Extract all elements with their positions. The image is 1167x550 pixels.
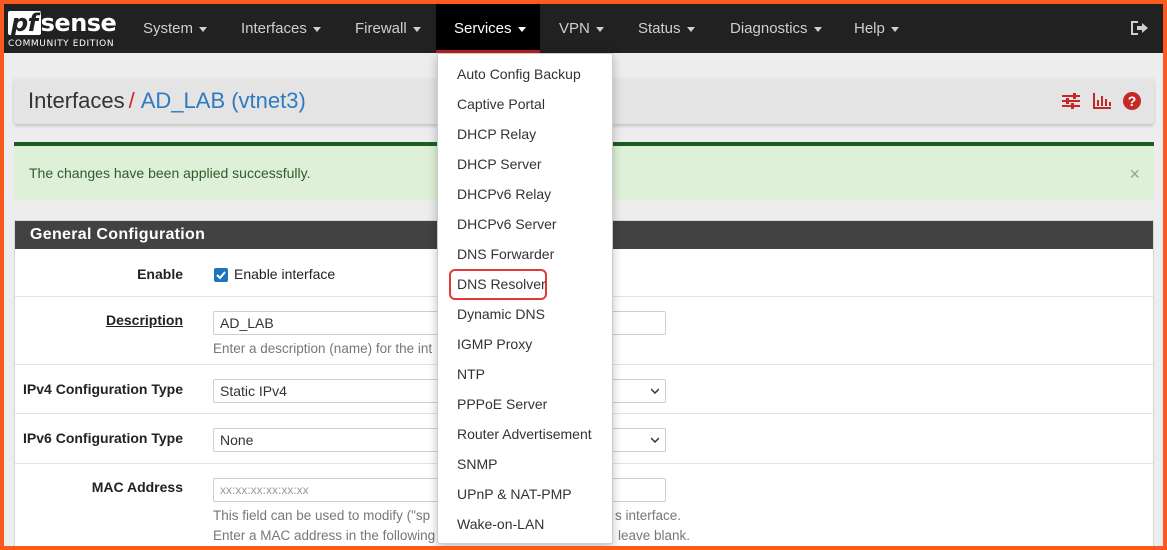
svg-text:?: ? — [1128, 93, 1137, 109]
nav-services[interactable]: Services — [436, 4, 540, 53]
enable-checkbox-label[interactable]: Enable interface — [234, 266, 335, 282]
menu-item-dns-resolver[interactable]: DNS Resolver — [457, 269, 546, 299]
menu-item-dhcp-relay[interactable]: DHCP Relay — [457, 119, 536, 149]
app-window: pf sense COMMUNITY EDITION System Interfa… — [4, 4, 1163, 546]
logo-prefix: pf — [8, 11, 41, 35]
nav-vpn[interactable]: VPN — [541, 4, 622, 53]
menu-item-pppoe-server[interactable]: PPPoE Server — [457, 389, 547, 419]
ipv4-type-label: IPv4 Configuration Type — [23, 381, 183, 397]
nav-diagnostics[interactable]: Diagnostics — [712, 4, 840, 53]
menu-item-captive-portal[interactable]: Captive Portal — [457, 89, 545, 119]
breadcrumb: Interfaces / AD_LAB (vtnet3) — [28, 78, 306, 124]
mac-help-line2: Enter a MAC address in the following — [213, 528, 436, 543]
checkmark-icon — [216, 271, 226, 280]
logo-edition: COMMUNITY EDITION — [8, 39, 115, 49]
services-dropdown-menu: Auto Config Backup Captive Portal DHCP R… — [437, 53, 613, 544]
menu-item-dynamic-dns[interactable]: Dynamic DNS — [457, 299, 545, 329]
nav-interfaces[interactable]: Interfaces — [223, 4, 339, 53]
ipv6-type-label: IPv6 Configuration Type — [23, 430, 183, 446]
caret-down-icon — [412, 26, 421, 32]
top-navbar: pf sense COMMUNITY EDITION System Interfa… — [4, 4, 1163, 53]
nav-help[interactable]: Help — [836, 4, 917, 53]
menu-item-auto-config-backup[interactable]: Auto Config Backup — [457, 59, 581, 89]
menu-item-igmp-proxy[interactable]: IGMP Proxy — [457, 329, 532, 359]
menu-item-wake-on-lan[interactable]: Wake-on-LAN — [457, 509, 544, 539]
description-label[interactable]: Description — [106, 312, 183, 328]
chevron-down-icon — [651, 388, 659, 394]
caret-down-icon — [595, 26, 604, 32]
pfsense-logo[interactable]: pf sense COMMUNITY EDITION — [8, 8, 118, 50]
mac-help-line2-tail: leave blank. — [618, 528, 691, 543]
mac-help-line1: This field can be used to modify ("sp — [213, 508, 431, 523]
caret-down-icon — [312, 26, 321, 32]
sliders-icon[interactable] — [1061, 91, 1081, 111]
menu-item-snmp[interactable]: SNMP — [457, 449, 497, 479]
enable-label: Enable — [137, 266, 183, 282]
breadcrumb-root[interactable]: Interfaces — [28, 88, 125, 113]
menu-item-ntp[interactable]: NTP — [457, 359, 485, 389]
enable-checkbox[interactable] — [214, 268, 228, 282]
logo-name: sense — [40, 9, 117, 37]
mac-address-label: MAC Address — [91, 479, 183, 495]
menu-item-upnp-nat-pmp[interactable]: UPnP & NAT-PMP — [457, 479, 572, 509]
caret-down-icon — [517, 26, 526, 32]
menu-item-dns-forwarder[interactable]: DNS Forwarder — [457, 239, 554, 269]
menu-item-router-advertisement[interactable]: Router Advertisement — [457, 419, 592, 449]
caret-down-icon — [199, 26, 208, 32]
breadcrumb-current[interactable]: AD_LAB (vtnet3) — [141, 88, 306, 113]
logout-icon[interactable] — [1129, 19, 1149, 37]
caret-down-icon — [890, 26, 899, 32]
bar-chart-icon[interactable] — [1092, 91, 1112, 111]
description-help: Enter a description (name) for the int — [213, 341, 433, 356]
mac-help-line1-tail: s interface. — [615, 508, 682, 523]
menu-item-dhcp-server[interactable]: DHCP Server — [457, 149, 542, 179]
alert-message: The changes have been applied successful… — [29, 165, 311, 181]
help-circle-icon[interactable]: ? — [1122, 91, 1142, 111]
caret-down-icon — [813, 26, 822, 32]
menu-item-dhcpv6-relay[interactable]: DHCPv6 Relay — [457, 179, 551, 209]
nav-system[interactable]: System — [125, 4, 225, 53]
caret-down-icon — [686, 26, 695, 32]
breadcrumb-separator: / — [128, 88, 135, 113]
close-icon[interactable]: × — [1129, 164, 1140, 185]
menu-item-dhcpv6-server[interactable]: DHCPv6 Server — [457, 209, 557, 239]
chevron-down-icon — [651, 437, 659, 443]
nav-status[interactable]: Status — [620, 4, 713, 53]
nav-firewall[interactable]: Firewall — [337, 4, 439, 53]
